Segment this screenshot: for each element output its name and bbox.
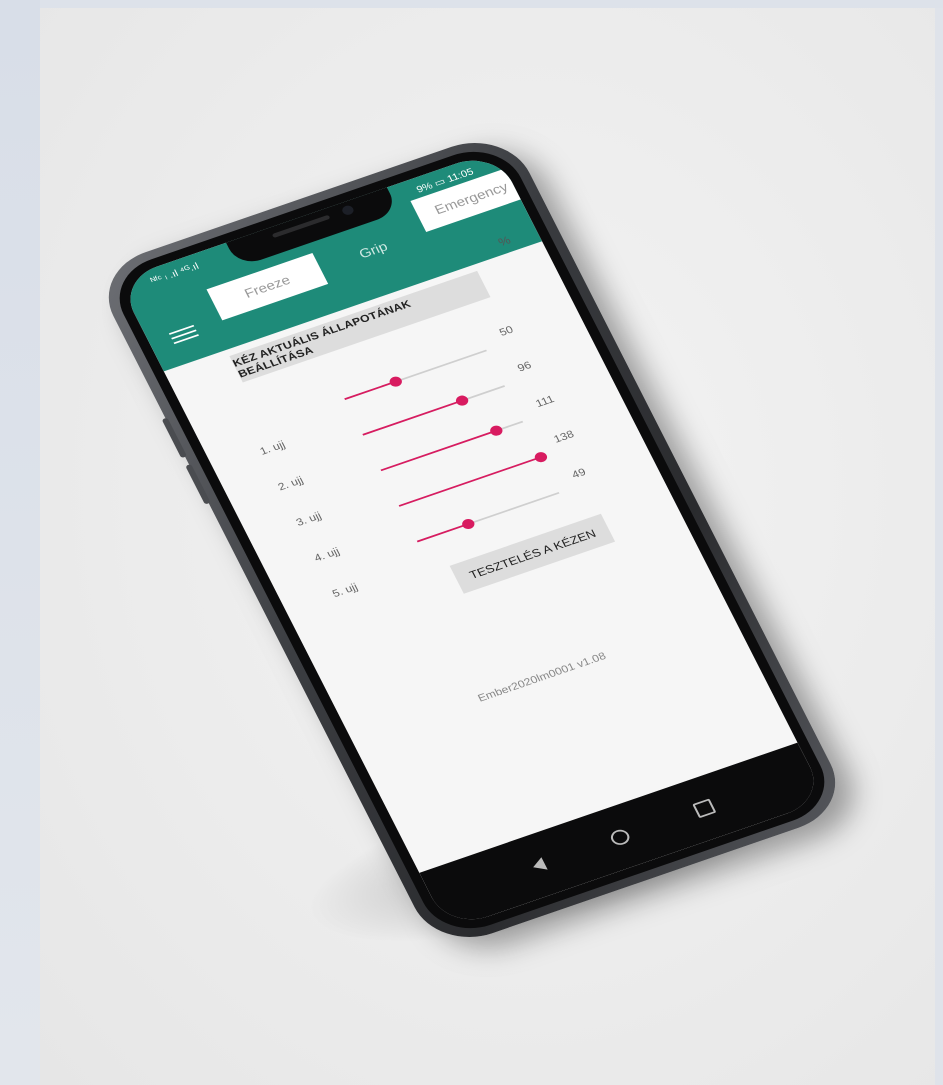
finger-slider-4[interactable] [398, 450, 549, 507]
finger-value-5: 49 [569, 465, 588, 481]
finger-label-1: 1. ujj [257, 438, 288, 458]
slider-fill [380, 430, 497, 472]
background-left-strip [0, 0, 40, 1085]
finger-label-5: 5. ujj [330, 580, 360, 600]
back-icon[interactable] [530, 857, 548, 874]
finger-label-2: 2. ujj [275, 473, 306, 493]
slider-fill [398, 456, 542, 507]
tab-freeze[interactable]: Freeze [206, 252, 329, 321]
slider-thumb[interactable] [532, 450, 549, 464]
test-on-hand-button[interactable]: TESZTELÉS A KÉZEN [449, 513, 616, 594]
slider-fill [362, 399, 463, 436]
front-camera [340, 204, 356, 217]
slider-thumb[interactable] [454, 394, 471, 408]
finger-slider-1[interactable] [344, 349, 487, 400]
finger-slider-2[interactable] [362, 385, 506, 436]
menu-icon[interactable] [167, 322, 199, 346]
finger-value-4: 138 [551, 427, 577, 446]
slider-thumb[interactable] [460, 517, 477, 531]
finger-label-3: 3. ujj [293, 509, 324, 529]
slider-fill [344, 380, 397, 400]
background-top-strip [40, 0, 943, 8]
finger-value-1: 50 [497, 323, 516, 339]
slider-thumb[interactable] [487, 424, 504, 438]
home-icon[interactable] [608, 827, 633, 848]
finger-value-2: 96 [515, 358, 534, 375]
finger-label-4: 4. ujj [312, 544, 342, 565]
slider-thumb[interactable] [387, 375, 404, 389]
version-label: Ember2020lm0001 v1.08 [475, 649, 608, 705]
finger-value-3: 111 [533, 392, 557, 410]
recent-apps-icon[interactable] [691, 798, 717, 819]
finger-slider-3[interactable] [380, 420, 524, 472]
slider-fill [416, 523, 469, 543]
